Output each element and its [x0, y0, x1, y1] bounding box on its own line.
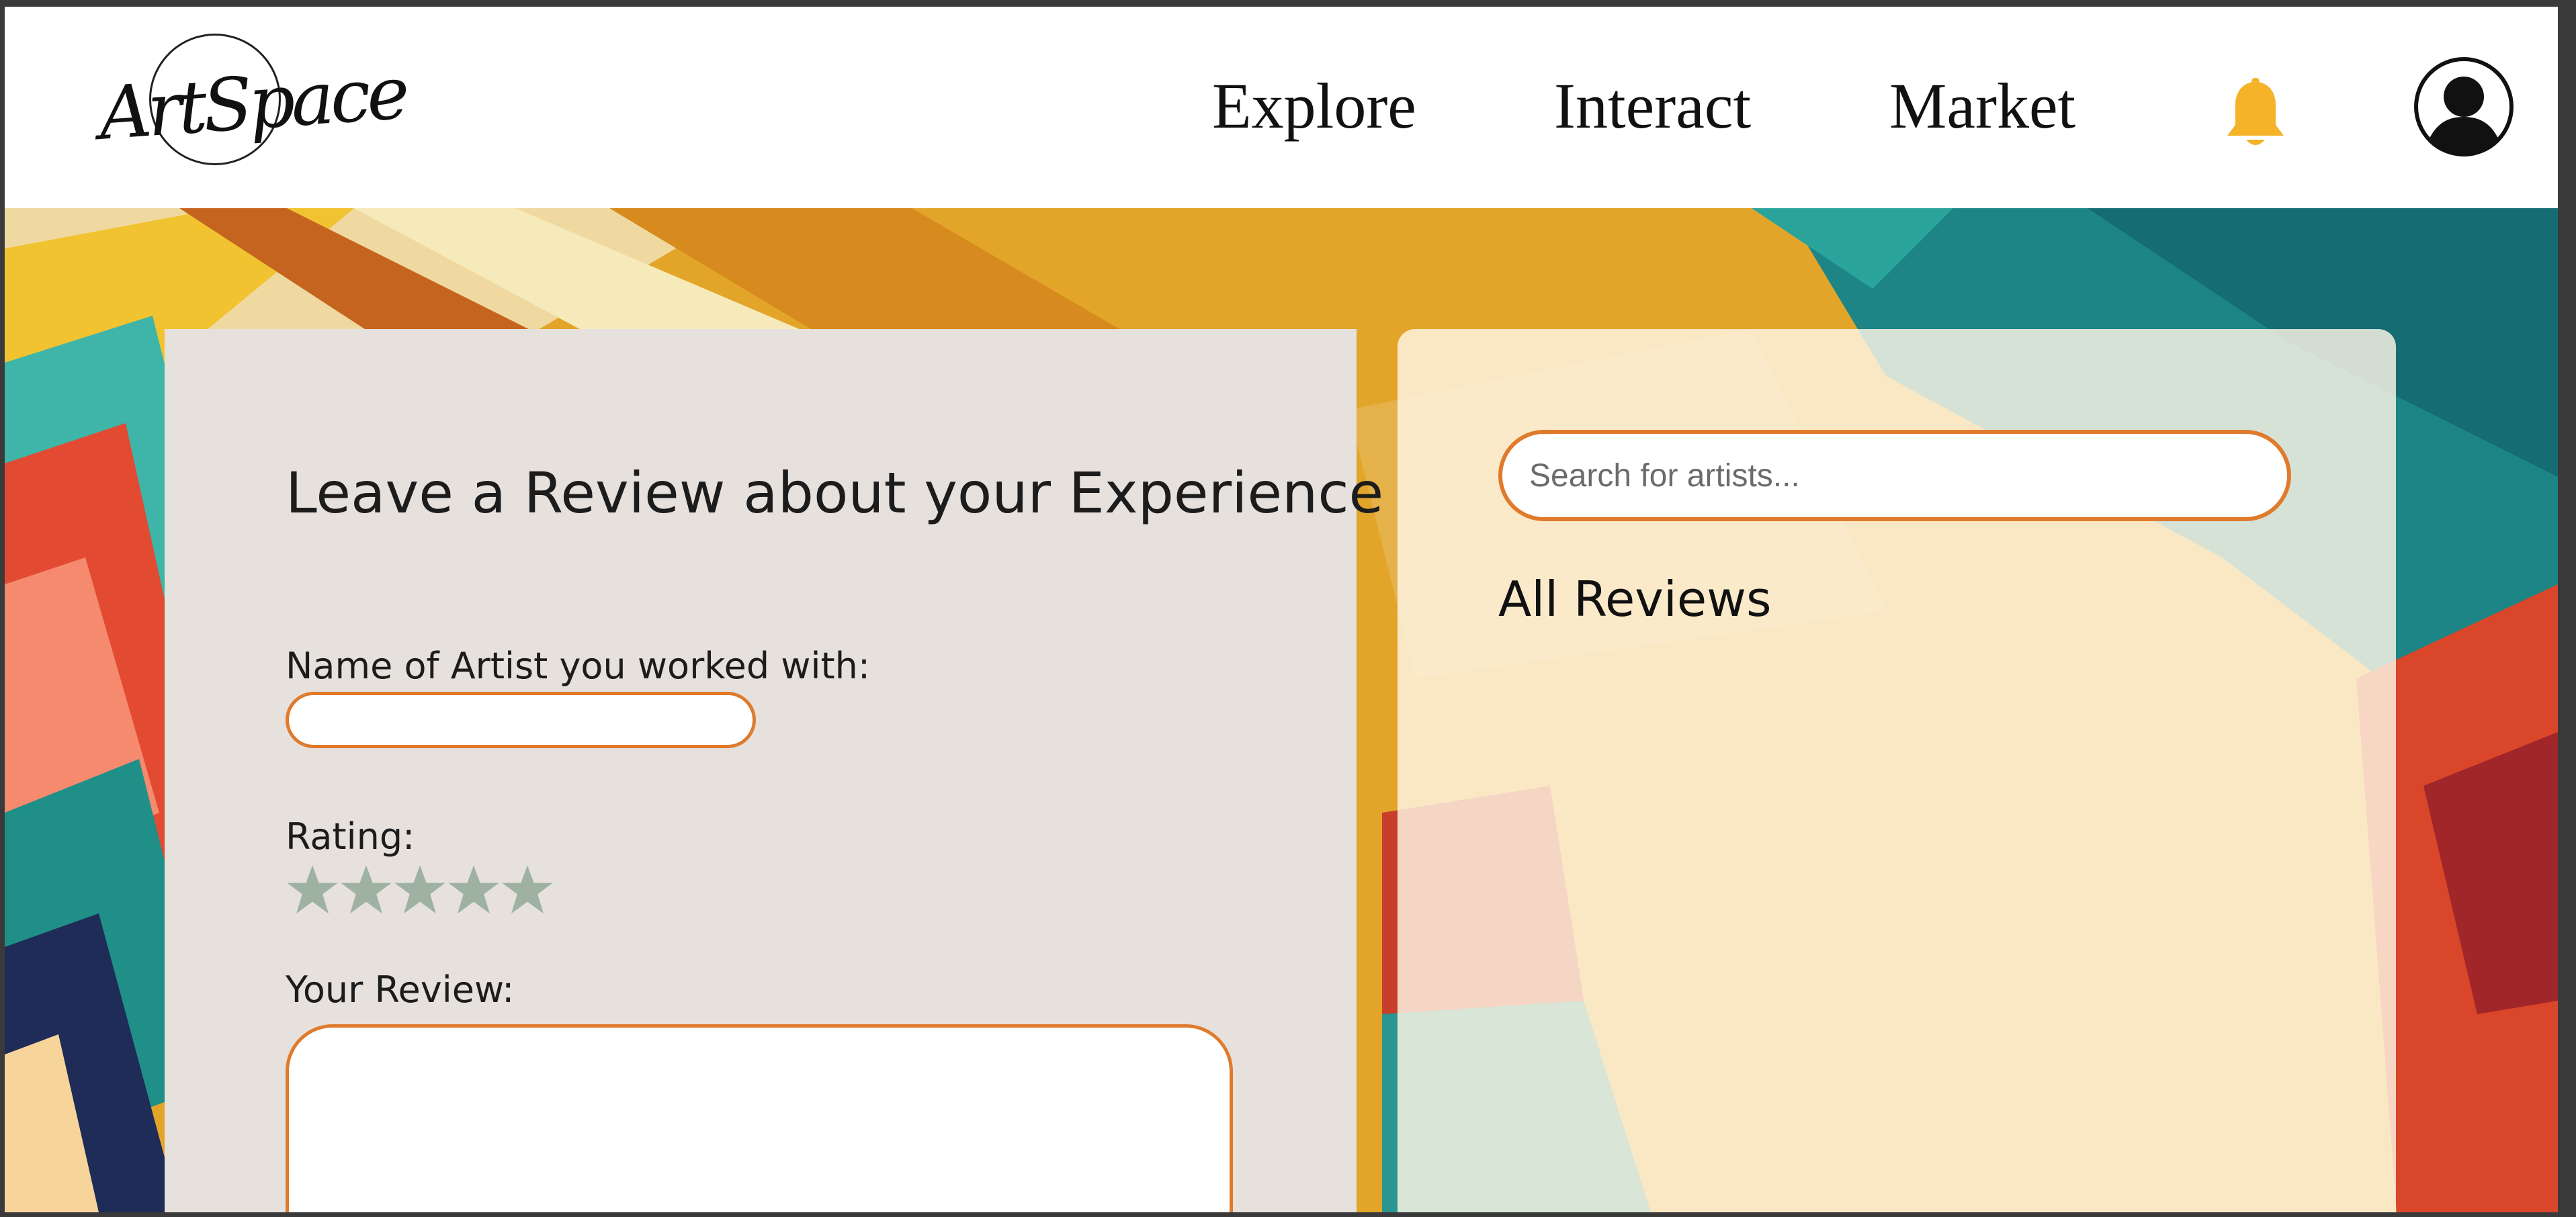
- star-rating[interactable]: [286, 863, 554, 923]
- artist-name-label: Name of Artist you worked with:: [286, 645, 871, 687]
- artist-search-input[interactable]: [1498, 430, 2291, 521]
- nav-interact[interactable]: Interact: [1554, 74, 1751, 138]
- review-label: Your Review:: [286, 968, 515, 1011]
- star-icon[interactable]: [286, 863, 339, 917]
- form-title: Leave a Review about your Experience: [286, 460, 1384, 526]
- artspace-logo[interactable]: ArtSpace: [96, 34, 409, 181]
- review-form-panel: Leave a Review about your Experience Nam…: [165, 329, 1383, 1212]
- bell-icon[interactable]: [2222, 78, 2289, 152]
- reviews-panel: All Reviews: [1398, 329, 2396, 1212]
- user-avatar-icon[interactable]: [2413, 56, 2514, 157]
- site-header: ArtSpace Explore Interact Market: [5, 7, 2558, 208]
- star-icon[interactable]: [447, 863, 501, 917]
- nav-explore[interactable]: Explore: [1212, 74, 1416, 138]
- review-textarea[interactable]: [286, 1024, 1233, 1212]
- app-window: ArtSpace Explore Interact Market Leave a…: [5, 7, 2558, 1212]
- star-icon[interactable]: [339, 863, 393, 917]
- nav-market[interactable]: Market: [1889, 74, 2075, 138]
- artist-name-input[interactable]: [286, 692, 756, 748]
- star-icon[interactable]: [501, 863, 554, 917]
- star-icon[interactable]: [393, 863, 447, 917]
- all-reviews-heading: All Reviews: [1498, 571, 1772, 627]
- rating-label: Rating:: [286, 815, 415, 858]
- logo-text: ArtSpace: [96, 51, 409, 156]
